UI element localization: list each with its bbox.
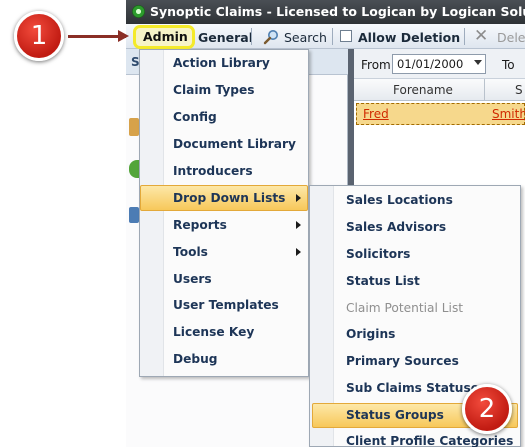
callout-badge-2: 2 <box>462 384 512 434</box>
menu-item-drop-down-lists[interactable]: Drop Down Lists <box>173 186 285 211</box>
toolbar-separator <box>251 28 252 45</box>
callout-arrow-head <box>118 30 129 42</box>
from-date-input[interactable]: 01/01/2000 <box>392 54 486 74</box>
from-label: From <box>361 58 391 72</box>
menu-item-action-library[interactable]: Action Library <box>173 51 270 76</box>
toolbar-separator <box>464 28 465 45</box>
toolbar-separator <box>332 28 333 45</box>
cell-forename[interactable]: Fred <box>363 107 389 121</box>
to-label: To <box>502 58 515 72</box>
menu-item-introducers[interactable]: Introducers <box>173 159 253 184</box>
delete-x-icon[interactable]: ✕ <box>474 28 488 45</box>
submenu-item-status-list[interactable]: Status List <box>346 269 420 294</box>
search-button[interactable]: Search <box>284 29 327 46</box>
search-icon[interactable] <box>263 29 279 45</box>
menu-item-users[interactable]: Users <box>173 267 212 292</box>
chevron-right-icon <box>296 194 301 202</box>
menu-item-claim-types[interactable]: Claim Types <box>173 78 255 103</box>
admin-menu-button[interactable]: Admin <box>143 29 188 44</box>
callout-badge-1: 1 <box>14 11 64 61</box>
menu-item-user-templates[interactable]: User Templates <box>173 293 279 318</box>
submenu-item-solicitors[interactable]: Solicitors <box>346 242 410 267</box>
column-divider[interactable] <box>484 79 485 101</box>
chevron-right-icon <box>296 221 301 229</box>
app-icon <box>132 5 145 18</box>
menu-item-document-library[interactable]: Document Library <box>173 132 296 157</box>
window-title: Synoptic Claims - Licensed to Logican by… <box>150 4 525 19</box>
title-bar: Synoptic Claims - Licensed to Logican by… <box>126 0 525 24</box>
submenu-item-status-groups[interactable]: Status Groups <box>346 403 444 428</box>
submenu-item-primary-sources[interactable]: Primary Sources <box>346 349 459 374</box>
submenu-item-origins[interactable]: Origins <box>346 322 395 347</box>
delete-button[interactable]: Dele <box>497 29 525 46</box>
submenu-item-sales-advisors[interactable]: Sales Advisors <box>346 215 446 240</box>
cell-surname[interactable]: Smith <box>492 107 525 121</box>
menu-item-reports[interactable]: Reports <box>173 213 227 238</box>
allow-deletion-checkbox[interactable] <box>340 30 352 42</box>
chevron-right-icon <box>296 248 301 256</box>
chevron-down-icon[interactable] <box>474 60 482 65</box>
submenu-item-sales-locations[interactable]: Sales Locations <box>346 188 453 213</box>
menu-item-config[interactable]: Config <box>173 105 217 130</box>
column-header-forename[interactable]: Forename <box>393 83 453 97</box>
menu-item-debug[interactable]: Debug <box>173 347 218 372</box>
panel-folder-icon <box>129 118 139 136</box>
panel-globe-icon <box>129 160 139 178</box>
menu-item-license-key[interactable]: License Key <box>173 320 254 345</box>
allow-deletion-label: Allow Deletion <box>358 30 461 45</box>
menu-item-tools[interactable]: Tools <box>173 240 208 265</box>
column-header-surname[interactable]: S <box>515 83 523 97</box>
general-menu-button[interactable]: General <box>198 29 253 46</box>
submenu-item-claim-potential-list[interactable]: Claim Potential List <box>346 296 463 321</box>
panel-computer-icon <box>129 207 139 223</box>
menu-gutter <box>140 50 164 376</box>
